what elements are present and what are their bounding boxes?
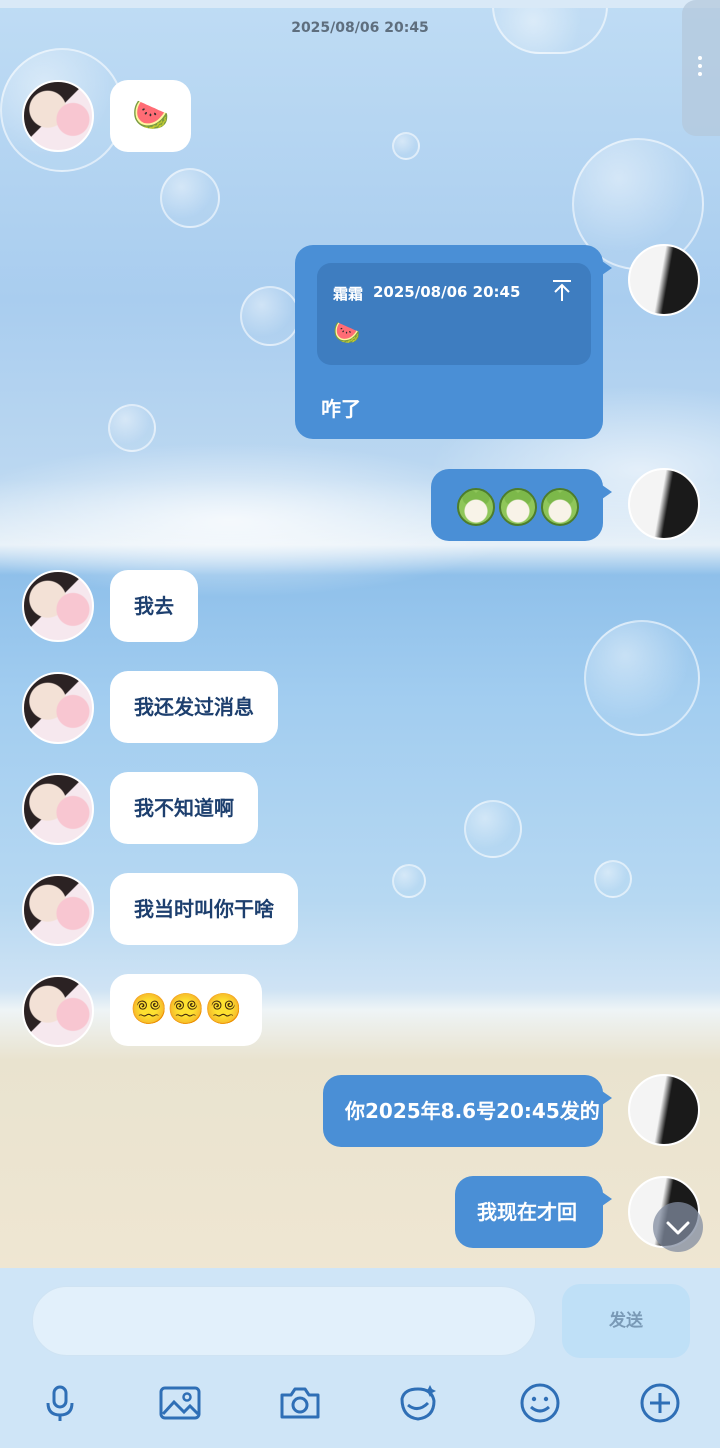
decor-bubble — [392, 864, 426, 898]
send-button[interactable]: 发送 — [562, 1284, 690, 1358]
scroll-to-top-icon[interactable] — [551, 279, 573, 303]
contact-avatar[interactable] — [22, 672, 94, 744]
message-text: 我现在才回 — [477, 1200, 577, 1224]
emoji-icon[interactable] — [518, 1381, 562, 1425]
decor-bubble — [240, 286, 300, 346]
message-text: 你2025年8.6号20:45发的 — [345, 1099, 600, 1123]
decor-bubble — [584, 620, 700, 736]
message-bubble-incoming[interactable]: 😵‍💫😵‍💫😵‍💫 — [110, 974, 263, 1046]
scroll-to-bottom-button[interactable] — [653, 1202, 703, 1252]
message-bubble-outgoing[interactable]: 你2025年8.6号20:45发的 — [323, 1075, 612, 1147]
frog-sticker-icon — [457, 487, 495, 526]
decor-bubble — [464, 800, 522, 858]
frog-sticker-icon — [499, 487, 537, 526]
quoted-sender: 霜霜 — [333, 285, 364, 303]
dot-icon — [698, 72, 702, 76]
message-input[interactable] — [32, 1286, 536, 1356]
chevron-down-icon — [666, 1221, 690, 1235]
message-bubble-incoming[interactable]: 我不知道啊 — [110, 772, 258, 844]
quoted-emoji: 🍉 — [333, 321, 361, 346]
message-bubble-outgoing[interactable] — [431, 469, 612, 541]
my-avatar[interactable] — [628, 244, 700, 316]
more-menu-handle[interactable] — [682, 0, 720, 136]
contact-avatar[interactable] — [22, 975, 94, 1047]
contact-avatar[interactable] — [22, 570, 94, 642]
status-strip — [0, 0, 720, 8]
contact-avatar[interactable] — [22, 773, 94, 845]
image-icon[interactable] — [158, 1381, 202, 1425]
message-bubble-outgoing-quote[interactable]: 霜霜 2025/08/06 20:45 🍉 咋了 — [295, 245, 612, 439]
message-text: 我还发过消息 — [134, 695, 254, 719]
decor-bubble — [594, 860, 632, 898]
message-bubble-incoming[interactable]: 我当时叫你干啥 — [110, 873, 298, 945]
message-text: 我当时叫你干啥 — [134, 897, 274, 921]
sticker-icon[interactable] — [396, 1381, 440, 1425]
decor-bubble — [392, 132, 420, 160]
contact-avatar[interactable] — [22, 874, 94, 946]
dot-icon — [698, 64, 702, 68]
message-text: 我去 — [134, 594, 174, 618]
message-text: 我不知道啊 — [134, 796, 234, 820]
message-text: 咋了 — [321, 397, 361, 421]
message-emoji: 😵‍💫😵‍💫😵‍💫 — [130, 992, 243, 1027]
camera-icon[interactable] — [278, 1381, 322, 1425]
quoted-message[interactable]: 霜霜 2025/08/06 20:45 🍉 — [317, 263, 591, 365]
contact-avatar[interactable] — [22, 80, 94, 152]
message-bubble-outgoing[interactable]: 我现在才回 — [455, 1176, 612, 1248]
message-bubble-incoming[interactable]: 我去 — [110, 570, 198, 642]
my-avatar[interactable] — [628, 468, 700, 540]
message-bubble-incoming[interactable]: 我还发过消息 — [110, 671, 278, 743]
message-bubble-incoming[interactable]: 🍉 — [110, 80, 192, 152]
my-avatar[interactable] — [628, 1074, 700, 1146]
microphone-icon[interactable] — [38, 1381, 82, 1425]
frog-sticker-icon — [541, 487, 579, 526]
decor-bubble — [108, 404, 156, 452]
decor-bubble — [160, 168, 220, 228]
plus-icon[interactable] — [638, 1381, 682, 1425]
message-emoji: 🍉 — [132, 98, 170, 133]
chat-timestamp: 2025/08/06 20:45 — [291, 20, 429, 36]
quoted-time: 2025/08/06 20:45 — [373, 283, 521, 301]
composer-bar: 发送 — [0, 1268, 720, 1448]
dot-icon — [698, 56, 702, 60]
